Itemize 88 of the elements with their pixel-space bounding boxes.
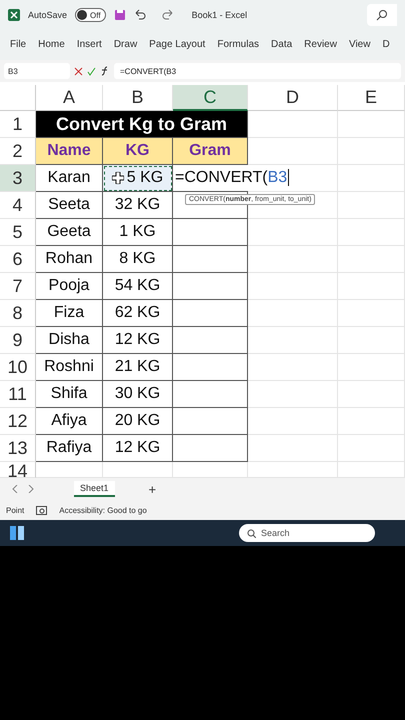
- name-box[interactable]: B3: [4, 63, 70, 79]
- table-cell: Rafiya: [36, 435, 103, 462]
- row-header[interactable]: 9: [0, 327, 36, 354]
- function-icon[interactable]: [100, 66, 110, 76]
- table-cell: Seeta: [36, 192, 103, 219]
- table-cell: 54 KG: [103, 273, 173, 300]
- autosave-label: AutoSave: [28, 10, 68, 20]
- table-cell: Disha: [36, 327, 103, 354]
- ribbon-tab[interactable]: Formulas: [211, 36, 266, 54]
- cancel-icon[interactable]: [74, 66, 83, 76]
- sheet-tab[interactable]: Sheet1: [74, 481, 115, 497]
- ribbon-tab[interactable]: D: [376, 36, 396, 54]
- window-title: Book1 - Excel: [192, 10, 248, 20]
- empty-cell[interactable]: [173, 381, 248, 408]
- table-cell: Rohan: [36, 246, 103, 273]
- table-cell: 20 KG: [103, 408, 173, 435]
- ribbon-tab[interactable]: Page Layout: [143, 36, 212, 54]
- excel-logo-icon[interactable]: [8, 9, 20, 21]
- table-cell: Pooja: [36, 273, 103, 300]
- table-cell: Shifa: [36, 381, 103, 408]
- row-header[interactable]: 10: [0, 354, 36, 381]
- empty-cell[interactable]: [173, 246, 248, 273]
- previous-sheet-icon[interactable]: [12, 485, 18, 493]
- accessibility-status[interactable]: Accessibility: Good to go: [59, 506, 147, 514]
- widgets-icon[interactable]: [10, 526, 24, 540]
- row-header[interactable]: 14: [0, 462, 36, 478]
- row-header[interactable]: 5: [0, 219, 36, 246]
- column-header[interactable]: C: [173, 85, 248, 111]
- search-button[interactable]: [367, 4, 397, 26]
- table-cell: 21 KG: [103, 354, 173, 381]
- plus-cursor-icon: [112, 172, 124, 184]
- row-header[interactable]: 7: [0, 273, 36, 300]
- formula-field[interactable]: =CONVERT(B3: [114, 63, 401, 79]
- row-header[interactable]: 1: [0, 111, 36, 138]
- column-header[interactable]: B: [103, 85, 173, 111]
- status-mode: Point: [6, 506, 24, 514]
- empty-cell[interactable]: [173, 327, 248, 354]
- taskbar-search-field[interactable]: Search: [239, 524, 375, 542]
- table-cell: Geeta: [36, 219, 103, 246]
- table-cell: Afiya: [36, 408, 103, 435]
- enter-icon[interactable]: [87, 66, 96, 76]
- save-icon[interactable]: [114, 9, 126, 21]
- next-sheet-icon[interactable]: [28, 485, 34, 493]
- title-cell: Convert Kg to Gram: [36, 111, 248, 138]
- table-cell: Roshni: [36, 354, 103, 381]
- ribbon-tab[interactable]: File: [4, 36, 32, 54]
- table-cell: 30 KG: [103, 381, 173, 408]
- ribbon-tab[interactable]: Data: [265, 36, 298, 54]
- empty-cell[interactable]: [173, 300, 248, 327]
- column-header[interactable]: E: [338, 85, 405, 111]
- row-header[interactable]: 6: [0, 246, 36, 273]
- autosave-toggle[interactable]: Off: [75, 8, 106, 22]
- table-cell: 12 KG: [103, 327, 173, 354]
- header-cell: Gram: [173, 138, 248, 165]
- header-cell: KG: [103, 138, 173, 165]
- search-icon: [376, 9, 388, 21]
- empty-cell[interactable]: [173, 219, 248, 246]
- empty-cell[interactable]: [173, 408, 248, 435]
- empty-cell[interactable]: [173, 435, 248, 462]
- table-cell: 12 KG: [103, 435, 173, 462]
- table-cell: 1 KG: [103, 219, 173, 246]
- empty-cell[interactable]: [173, 354, 248, 381]
- ribbon-tab[interactable]: Insert: [70, 36, 108, 54]
- table-cell: Fiza: [36, 300, 103, 327]
- macro-icon: [36, 506, 48, 514]
- row-header[interactable]: 13: [0, 435, 36, 462]
- row-header[interactable]: 11: [0, 381, 36, 408]
- row-header[interactable]: 12: [0, 408, 36, 435]
- table-cell: 62 KG: [103, 300, 173, 327]
- ribbon-tab[interactable]: Home: [32, 36, 71, 54]
- add-sheet-button[interactable]: +: [148, 482, 156, 496]
- row-header[interactable]: 3: [0, 165, 36, 192]
- cell-formula[interactable]: =CONVERT(B3: [175, 169, 290, 187]
- ribbon-tab[interactable]: View: [342, 36, 376, 54]
- column-header[interactable]: D: [248, 85, 338, 111]
- empty-cell[interactable]: [173, 273, 248, 300]
- row-header[interactable]: 8: [0, 300, 36, 327]
- table-cell: 32 KG: [103, 192, 173, 219]
- ribbon-tab[interactable]: Draw: [108, 36, 144, 54]
- search-placeholder: Search: [261, 528, 290, 538]
- search-icon: [247, 528, 256, 538]
- column-header[interactable]: A: [36, 85, 103, 111]
- header-cell: Name: [36, 138, 103, 165]
- table-cell: 8 KG: [103, 246, 173, 273]
- ribbon-tab[interactable]: Review: [298, 36, 343, 54]
- row-header[interactable]: 2: [0, 138, 36, 165]
- selected-cell[interactable]: 5 KG: [103, 165, 173, 192]
- row-header[interactable]: 4: [0, 192, 36, 219]
